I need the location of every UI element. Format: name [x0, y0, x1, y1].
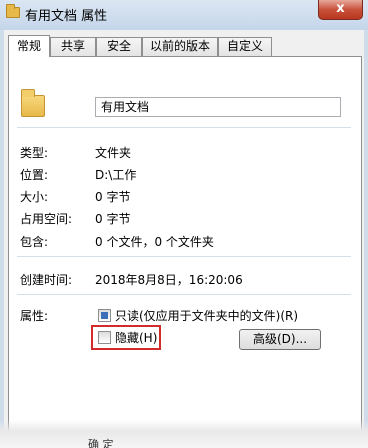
hidden-checkbox[interactable]: [98, 331, 111, 344]
tab-customize[interactable]: 自定义: [218, 37, 272, 56]
tab-sharing[interactable]: 共享: [50, 37, 96, 56]
divider: [17, 127, 351, 128]
type-label: 类型:: [20, 146, 49, 160]
folder-icon: [21, 89, 45, 117]
created-value: 2018年8月8日，16:20:06: [95, 273, 243, 287]
close-button[interactable]: x: [318, 0, 363, 20]
created-label: 创建时间:: [20, 273, 73, 287]
location-value: D:\工作: [95, 168, 137, 182]
tab-general[interactable]: 常规: [8, 35, 50, 57]
size-label: 大小:: [20, 190, 49, 204]
divider: [17, 256, 351, 257]
readonly-label: 只读(仅应用于文件夹中的文件)(R): [115, 309, 299, 323]
disk-size-value: 0 字节: [95, 212, 131, 226]
size-value: 0 字节: [95, 190, 131, 204]
bottom-fade: [0, 420, 368, 448]
contains-label: 包含:: [20, 235, 49, 249]
ok-button-partial[interactable]: 确 定: [88, 436, 114, 448]
contains-value: 0 个文件，0 个文件夹: [95, 235, 214, 249]
divider: [17, 294, 351, 295]
location-label: 位置:: [20, 168, 49, 182]
window-title: 有用文档 属性: [25, 9, 108, 24]
disk-size-label: 占用空间:: [20, 212, 73, 226]
folder-name-input[interactable]: 有用文档: [95, 97, 341, 117]
hidden-label: 隐藏(H): [115, 331, 158, 345]
advanced-button[interactable]: 高级(D)...: [239, 329, 321, 350]
tab-previous-versions[interactable]: 以前的版本: [142, 37, 218, 56]
type-value: 文件夹: [95, 146, 132, 160]
general-panel: 有用文档 类型: 文件夹 位置: D:\工作 大小: 0 字节 占用空间: 0 …: [8, 56, 362, 448]
readonly-checkbox[interactable]: [98, 309, 111, 322]
title-bar: 有用文档 属性 x: [0, 0, 368, 30]
dialog-body: 常规 共享 安全 以前的版本 自定义 有用文档 类型: 文件夹 位置: D:\工…: [4, 30, 364, 448]
attributes-label: 属性:: [20, 309, 49, 323]
folder-icon: [6, 4, 20, 18]
tab-security[interactable]: 安全: [96, 37, 142, 56]
